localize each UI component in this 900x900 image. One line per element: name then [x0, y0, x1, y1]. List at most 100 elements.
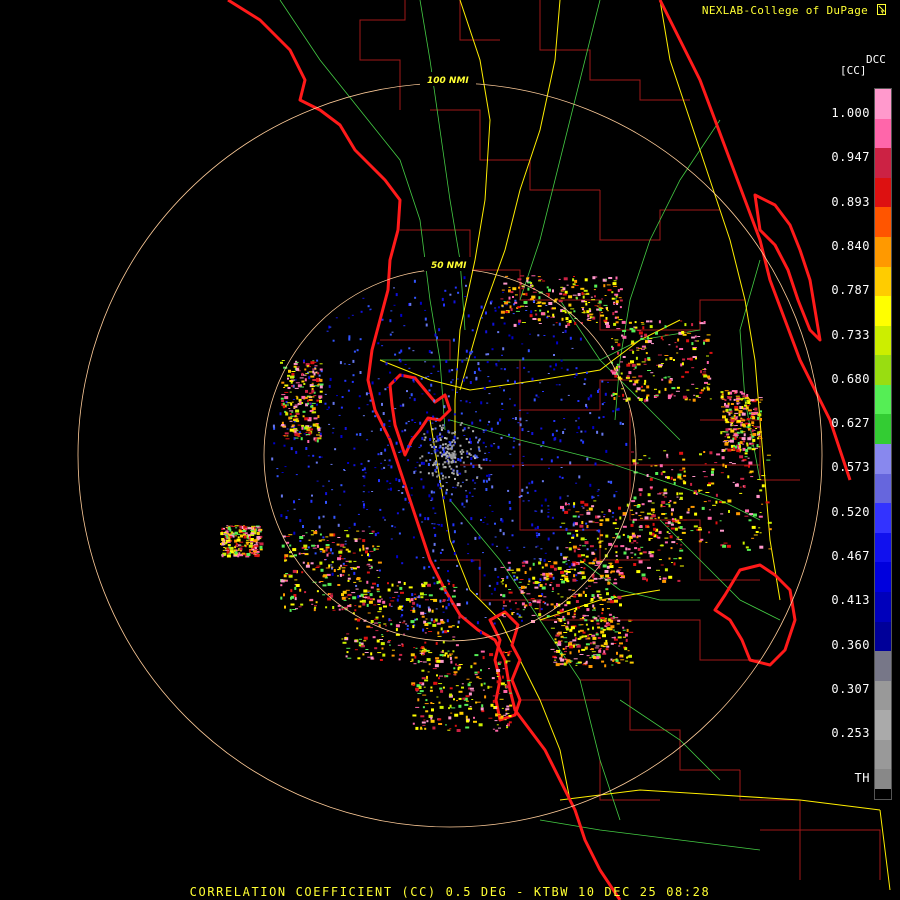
echo-pixel	[599, 648, 601, 650]
echo-pixel	[513, 404, 516, 407]
echo-pixel	[614, 310, 618, 313]
echo-pixel	[587, 637, 591, 640]
echo-pixel	[638, 459, 643, 461]
echo-pixel	[439, 444, 442, 448]
echo-pixel	[644, 516, 649, 520]
echo-pixel	[291, 385, 294, 387]
echo-pixel	[656, 569, 660, 571]
echo-pixel	[550, 603, 554, 606]
echo-pixel	[443, 450, 446, 454]
echo-pixel	[493, 443, 496, 445]
echo-pixel	[550, 316, 554, 318]
echo-pixel	[601, 660, 605, 663]
echo-pixel	[342, 574, 345, 577]
echo-pixel	[398, 658, 401, 661]
echo-pixel	[440, 651, 444, 653]
echo-pixel	[612, 312, 615, 316]
echo-pixel	[537, 301, 542, 304]
echo-pixel	[516, 576, 519, 579]
echo-pixel	[538, 278, 543, 280]
echo-pixel	[325, 500, 327, 504]
echo-pixel	[501, 402, 504, 405]
echo-pixel	[597, 615, 600, 617]
echo-pixel	[687, 508, 690, 512]
echo-pixel	[227, 544, 231, 547]
echo-pixel	[500, 310, 505, 314]
echo-pixel	[514, 299, 517, 302]
echo-pixel	[437, 635, 442, 637]
echo-pixel	[394, 408, 397, 410]
echo-pixel	[361, 645, 365, 648]
echo-pixel	[564, 659, 567, 661]
echo-pixel	[733, 447, 736, 451]
echo-pixel	[630, 542, 634, 544]
echo-pixel	[502, 651, 505, 654]
echo-pixel	[488, 477, 491, 481]
echo-pixel	[473, 662, 477, 665]
echo-pixel	[285, 573, 289, 574]
echo-pixel	[409, 397, 411, 399]
echo-pixel	[652, 511, 655, 513]
echo-pixel	[724, 390, 729, 392]
echo-pixel	[679, 469, 684, 471]
echo-pixel	[567, 394, 570, 396]
echo-pixel	[626, 628, 629, 632]
echo-pixel	[461, 686, 464, 689]
echo-pixel	[560, 398, 563, 401]
echo-pixel	[435, 465, 438, 469]
echo-pixel	[302, 561, 305, 564]
echo-pixel	[681, 375, 685, 378]
echo-pixel	[600, 534, 604, 537]
echo-pixel	[560, 467, 563, 468]
echo-pixel	[432, 726, 436, 730]
echo-pixel	[313, 372, 316, 376]
echo-pixel	[630, 523, 634, 527]
echo-pixel	[384, 448, 387, 452]
echo-pixel	[588, 665, 593, 668]
echo-pixel	[381, 402, 383, 406]
echo-pixel	[339, 504, 342, 506]
echo-pixel	[444, 591, 447, 594]
echo-pixel	[408, 586, 413, 589]
echo-pixel	[468, 681, 472, 683]
echo-pixel	[482, 552, 484, 554]
echo-pixel	[422, 628, 425, 632]
echo-pixel	[744, 404, 748, 407]
echo-pixel	[441, 447, 444, 449]
echo-pixel	[677, 475, 682, 479]
echo-pixel	[427, 606, 430, 609]
echo-pixel	[363, 593, 368, 595]
echo-pixel	[343, 565, 348, 567]
echo-pixel	[470, 462, 473, 465]
echo-pixel	[640, 546, 644, 548]
echo-pixel	[547, 515, 550, 518]
echo-pixel	[554, 615, 557, 617]
echo-pixel	[501, 519, 504, 523]
echo-pixel	[676, 492, 679, 496]
echo-pixel	[446, 530, 448, 532]
echo-pixel	[488, 717, 493, 719]
echo-pixel	[229, 525, 233, 527]
echo-pixel	[735, 416, 738, 420]
echo-pixel	[526, 412, 529, 414]
echo-pixel	[256, 527, 261, 529]
echo-pixel	[659, 492, 663, 494]
echo-pixel	[441, 435, 444, 438]
echo-pixel	[619, 642, 623, 645]
echo-pixel	[253, 539, 258, 543]
echo-pixel	[377, 611, 382, 613]
echo-pixel	[459, 444, 462, 447]
echo-pixel	[424, 703, 429, 705]
echo-pixel	[598, 541, 602, 544]
echo-pixel	[745, 449, 749, 452]
echo-pixel	[456, 391, 458, 393]
echo-pixel	[365, 547, 369, 550]
echo-pixel	[746, 442, 749, 445]
echo-pixel	[598, 300, 602, 304]
echo-pixel	[490, 427, 493, 431]
echo-pixel	[403, 325, 406, 327]
echo-pixel	[557, 593, 560, 595]
echo-pixel	[466, 450, 469, 453]
echo-pixel	[383, 466, 386, 469]
echo-pixel	[649, 337, 653, 339]
